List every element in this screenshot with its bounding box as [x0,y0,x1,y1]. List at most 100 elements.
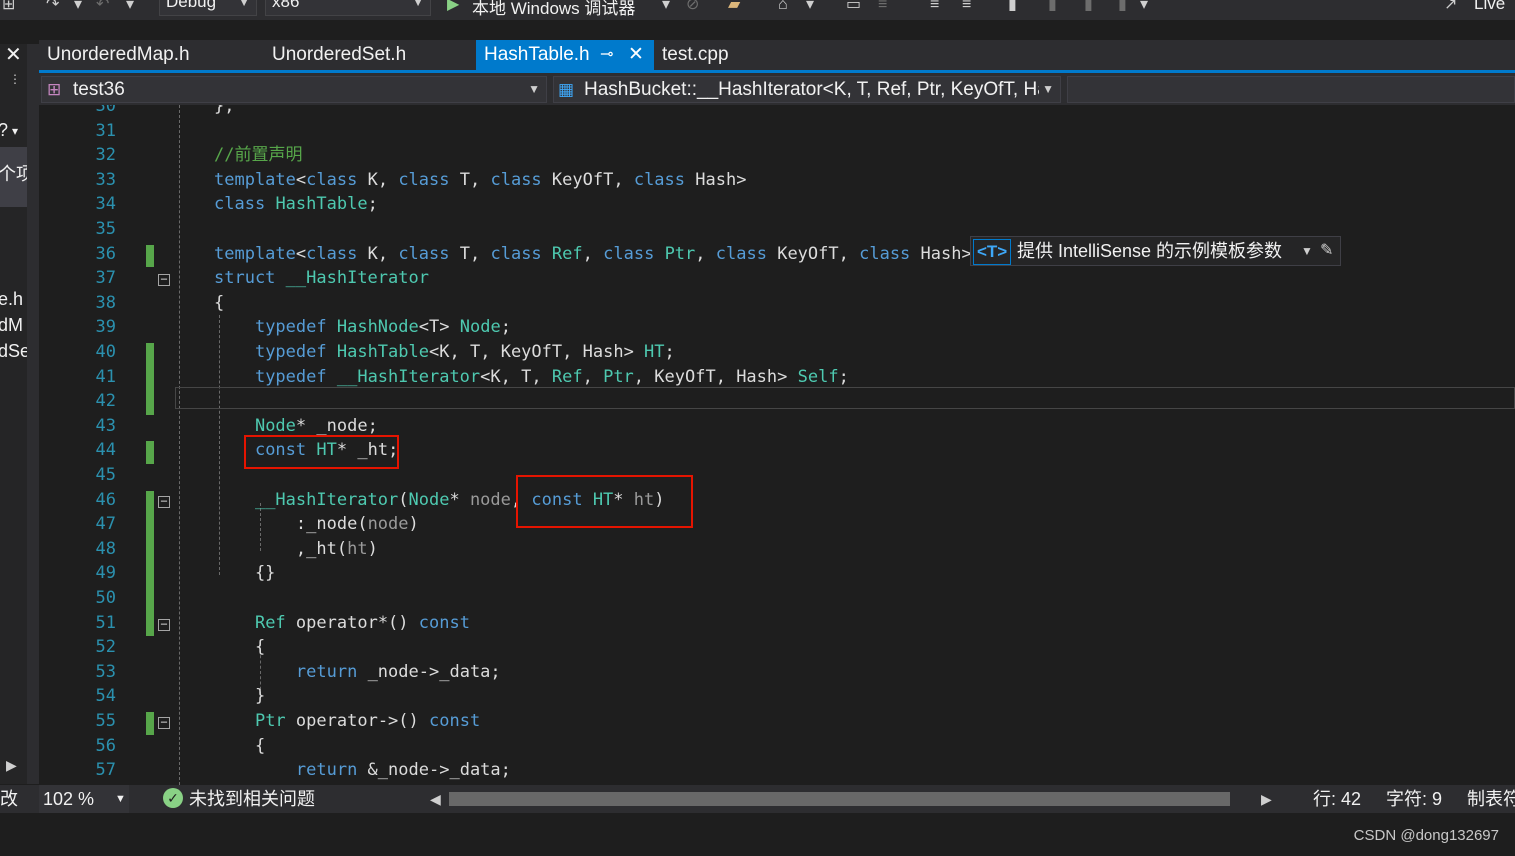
scroll-left-icon[interactable]: ◀ [430,785,441,813]
line-number: 36 [95,243,116,264]
tab-bar: UnorderedMap.h UnorderedSet.h HashTable.… [39,40,1515,70]
chevron-down-icon: ▼ [528,82,540,96]
line-number: 33 [95,169,116,190]
undo-dropdown-icon[interactable]: ▾ [74,0,82,14]
code-line[interactable]: Ref operator*() const [214,611,470,635]
tab-label: UnorderedSet.h [272,44,407,65]
tab-unorderedset-h[interactable]: UnorderedSet.h [264,40,414,70]
close-icon[interactable]: ✕ [5,44,22,67]
platform-value: x86 [272,0,300,11]
start-debug-icon[interactable]: ▶ [447,0,459,14]
code-line[interactable]: typedef HashNode<T> Node; [214,315,511,339]
highlight-box-parameter [516,475,693,528]
code-line[interactable]: { [214,635,265,659]
line-number: 50 [95,588,116,608]
code-line[interactable]: ,_ht(ht) [214,537,378,561]
line-number: 56 [95,735,116,756]
code-line[interactable]: { [214,734,265,758]
attach-icon[interactable]: ⊘ [686,0,699,14]
debugger-dropdown-icon[interactable]: ▾ [662,0,670,14]
tab-test-cpp[interactable]: test.cpp [654,40,737,70]
code-line[interactable]: :_node(node) [214,512,419,536]
char-indicator[interactable]: 字符: 9 [1386,785,1442,813]
code-line[interactable]: //前置声明 [214,143,302,167]
live-share-icon[interactable]: ↗ [1444,0,1457,14]
next-bookmark-icon[interactable]: ▮ [1084,0,1093,14]
code-editor[interactable]: 30 31 32 33 34 35 36 37 38 39 40 41 42 43 44 45 46 47 48 49… [39,105,1515,785]
code-line[interactable]: Ptr operator->() const [214,709,480,733]
collapse-icon[interactable]: − [158,273,170,287]
code-line[interactable]: } [214,684,265,708]
close-tab-icon[interactable]: ✕ [628,40,644,70]
clear-bookmarks-icon[interactable]: ▮ [1118,0,1127,14]
issues-status[interactable]: 未找到相关问题 [189,785,315,813]
bookmark-icon[interactable]: ▮ [1008,0,1017,14]
format-icon[interactable]: ≡ [878,0,887,14]
status-bar: 改 102 % ▼ ✓ 未找到相关问题 ◀ ▶ 行: 42 字符: 9 制表符 [0,785,1515,813]
toolbar-overflow-icon[interactable]: ▾ [1140,0,1148,14]
configuration-select[interactable]: Debug ▼ [159,0,257,16]
line-number: 40 [95,342,116,362]
find-in-files-icon[interactable]: ▰ [728,0,740,14]
line-number: 48 [95,538,116,559]
code-line[interactable]: struct __HashIterator [214,266,429,290]
code-line[interactable]: class HashTable; [214,192,378,216]
panel-fragment[interactable]: dM [0,315,23,336]
panel-fragment[interactable]: e.h [0,289,23,310]
layout-icon[interactable]: ▭ [846,0,861,14]
redo-icon[interactable]: ↷ [46,0,59,14]
home-icon[interactable]: ⌂ [778,0,788,14]
more-icon[interactable]: ⋮ [9,72,21,86]
live-share-button[interactable]: Live [1474,0,1505,14]
redo-dropdown-icon[interactable]: ▾ [126,0,134,14]
undo-icon[interactable]: ↶ [96,0,109,14]
code-line[interactable]: {} [214,561,275,585]
scope-name: HashBucket::__HashIterator<K, T, Ref, Pt… [584,79,1039,100]
change-marker [146,343,154,415]
panel-fragment: 改 [0,789,18,809]
line-indicator[interactable]: 行: 42 [1313,785,1361,813]
panel-fragment[interactable]: dSe [0,341,27,362]
code-line[interactable]: template<class K, class T, class Ref, cl… [214,242,972,266]
code-line[interactable]: typedef HashTable<K, T, KeyOfT, Hash> HT… [214,340,675,364]
chevron-down-icon[interactable]: ▼ [1301,237,1313,265]
code-line[interactable]: { [214,291,224,315]
horizontal-scrollbar-thumb[interactable] [449,792,1230,806]
project-dropdown[interactable]: ⊞ test36 ▼ [41,76,547,103]
tab-unorderedmap-h[interactable]: UnorderedMap.h [39,40,198,70]
solution-explorer-icon[interactable]: ⊞ [2,0,15,14]
code-line[interactable]: return _node->_data; [214,660,501,684]
navigation-bar: ⊞ test36 ▼ ▦ HashBucket::__HashIterator<… [39,73,1515,105]
collapse-icon[interactable]: − [158,618,170,631]
edit-icon[interactable]: ✎ [1320,237,1333,265]
tab-hashtable-h[interactable]: HashTable.h ⊸ ✕ [476,40,654,70]
code-line[interactable]: typedef __HashIterator<K, T, Ref, Ptr, K… [214,365,849,389]
member-dropdown[interactable] [1067,76,1515,103]
tabs-indicator[interactable]: 制表符 [1467,785,1515,813]
collapse-icon[interactable]: − [158,716,170,729]
indent-icon[interactable]: ≡ [962,0,971,14]
code-line[interactable]: return &_node->_data; [214,758,511,782]
scroll-right-icon[interactable]: ▶ [6,757,17,774]
line-number: 31 [95,120,116,141]
pin-icon[interactable]: ⊸ [600,40,613,70]
project-icon: ⊞ [47,80,62,99]
code-line[interactable]: }; [214,105,234,118]
panel-splitter[interactable] [27,44,39,784]
zoom-select[interactable]: 102 % ▼ [39,785,129,813]
intellisense-template-hint[interactable]: <T> 提供 IntelliSense 的示例模板参数 ▼ ✎ [970,236,1341,266]
collapse-icon[interactable]: − [158,495,170,508]
current-line-highlight [175,387,1515,409]
start-debugger-button[interactable]: 本地 Windows 调试器 [472,0,635,19]
prev-bookmark-icon[interactable]: ▮ [1048,0,1057,14]
step-dropdown-icon[interactable]: ▾ [806,0,814,14]
hint-text: 提供 IntelliSense 的示例模板参数 [1017,241,1283,261]
line-number: 41 [95,366,116,387]
scroll-right-icon[interactable]: ▶ [1261,785,1272,813]
scope-dropdown[interactable]: ▦ HashBucket::__HashIterator<K, T, Ref, … [553,76,1061,103]
chevron-down-icon: ▾ [12,124,19,138]
code-line[interactable]: template<class K, class T, class KeyOfT,… [214,168,746,192]
platform-select[interactable]: x86 ▼ [265,0,431,16]
outdent-icon[interactable]: ≡ [930,0,939,14]
configuration-value: Debug [166,0,217,11]
